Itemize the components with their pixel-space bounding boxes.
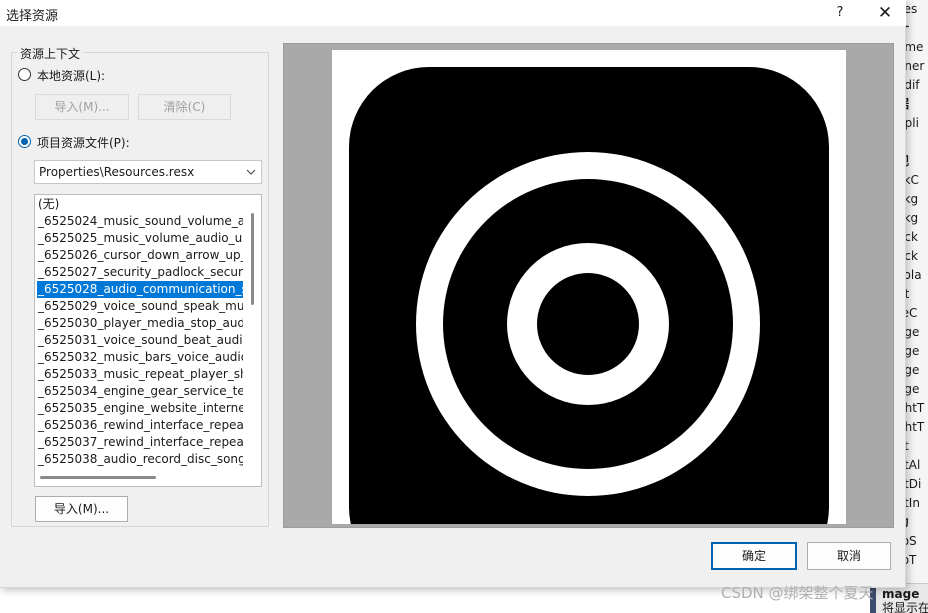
list-item[interactable]: (无) [37, 196, 243, 213]
local-resource-radio[interactable] [18, 68, 31, 81]
local-resource-label: 本地资源(L): [37, 69, 106, 83]
ok-button[interactable]: 确定 [711, 542, 797, 570]
project-resource-label: 项目资源文件(P): [37, 136, 130, 150]
horizontal-scrollbar[interactable] [40, 476, 156, 479]
description-text: 将显示在 [882, 601, 928, 613]
image-preview [283, 43, 894, 528]
group-title: 资源上下文 [17, 45, 84, 62]
select-resource-dialog: 选择资源 ? ✕ 资源上下文 本地资源(L): 导入(M)... 清除(C) 项… [0, 0, 906, 588]
list-item[interactable]: _6525030_player_media_stop_audio [37, 315, 243, 332]
cancel-button[interactable]: 取消 [807, 542, 891, 570]
list-item[interactable]: _6525026_cursor_down_arrow_up_ir [37, 247, 243, 264]
local-import-button[interactable]: 导入(M)... [35, 94, 129, 120]
dialog-title: 选择资源 [6, 9, 59, 24]
list-item[interactable]: _6525031_voice_sound_beat_audio_ [37, 332, 243, 349]
resource-list[interactable]: (无) _6525024_music_sound_volume_aud _65250… [34, 194, 262, 487]
list-item[interactable]: _6525025_music_volume_audio_up_s [37, 230, 243, 247]
preview-canvas [332, 50, 846, 524]
import-button[interactable]: 导入(M)... [35, 496, 128, 522]
close-button[interactable]: ✕ [870, 2, 900, 24]
list-item[interactable]: _6525028_audio_communication_sou [37, 281, 243, 298]
list-item[interactable]: _6525038_audio_record_disc_song_r [37, 451, 243, 468]
resource-file-value: Properties\Resources.resx [39, 165, 195, 179]
help-button[interactable]: ? [826, 2, 854, 24]
chevron-down-icon [246, 161, 256, 192]
project-resource-radio[interactable] [18, 135, 31, 148]
clear-button[interactable]: 清除(C) [138, 94, 231, 120]
vertical-scrollbar[interactable] [251, 213, 254, 305]
watermark: CSDN @绑架整个夏天 [721, 584, 874, 602]
list-item[interactable]: _6525036_rewind_interface_repeat_a [37, 417, 243, 434]
list-item[interactable]: _6525035_engine_website_internet_s [37, 400, 243, 417]
list-item[interactable]: _6525033_music_repeat_player_shuf [37, 366, 243, 383]
resource-file-select[interactable]: Properties\Resources.resx [34, 160, 262, 184]
list-item[interactable]: _6525034_engine_gear_service_tech [37, 383, 243, 400]
list-item[interactable]: _6525027_security_padlock_secure_p [37, 264, 243, 281]
audio-disc-icon [349, 67, 829, 524]
list-item[interactable]: _6525032_music_bars_voice_audio_s [37, 349, 243, 366]
list-item[interactable]: _6525029_voice_sound_speak_music [37, 298, 243, 315]
title-bar: 选择资源 ? ✕ [0, 0, 906, 26]
list-item[interactable]: _6525037_rewind_interface_repeat_a [37, 434, 243, 451]
list-item[interactable]: _6525024_music_sound_volume_aud [37, 213, 243, 230]
